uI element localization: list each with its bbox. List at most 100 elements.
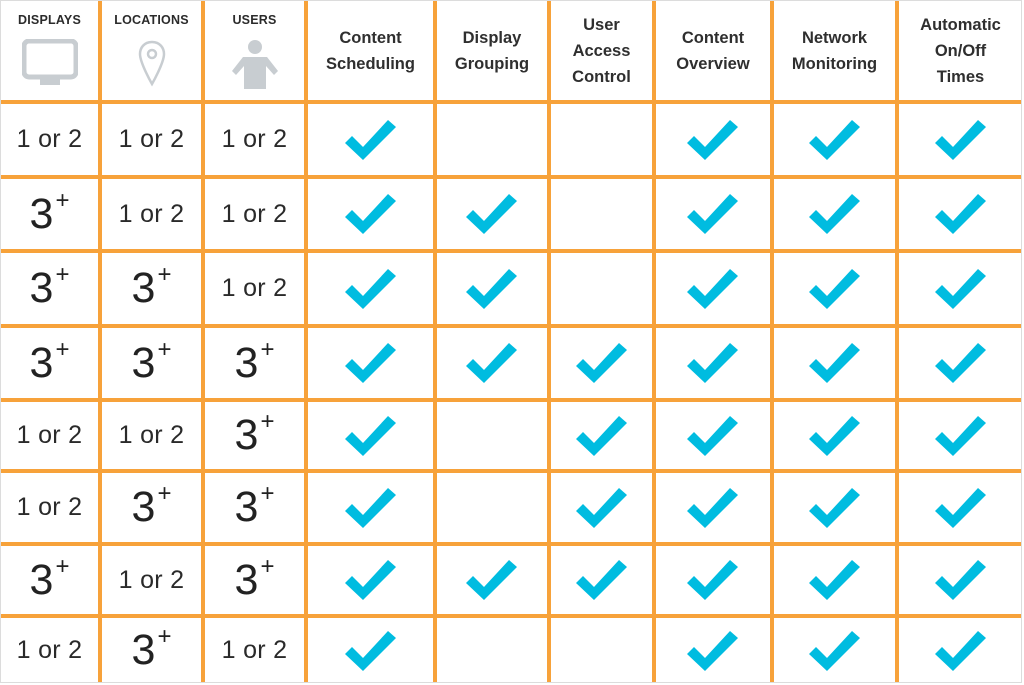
checkmark-icon (807, 558, 863, 602)
cell-users: 1 or 2 (205, 253, 304, 324)
cell-displays: 3+ (1, 179, 98, 249)
feature-cell-included (437, 328, 547, 398)
feature-cell-included (899, 328, 1022, 398)
feature-cell-empty (437, 402, 547, 469)
column-header-line: Monitoring (791, 54, 878, 73)
cell-locations: 1 or 2 (102, 546, 201, 614)
checkmark-icon (933, 629, 989, 673)
monitor-icon (21, 38, 78, 92)
column-header-label: LOCATIONS (114, 13, 189, 27)
cell-locations: 3+ (102, 618, 201, 683)
checkmark-icon (685, 414, 741, 458)
checkmark-icon (807, 486, 863, 530)
checkmark-icon (933, 118, 989, 162)
feature-cell-empty (551, 253, 652, 324)
count-value: 1 or 2 (16, 125, 83, 153)
checkmark-icon (574, 414, 630, 458)
checkmark-icon (807, 118, 863, 162)
checkmark-icon (933, 486, 989, 530)
checkmark-icon (933, 341, 989, 385)
feature-cell-included (774, 473, 895, 542)
column-header-label: DISPLAYS (18, 13, 81, 27)
checkmark-icon (343, 414, 399, 458)
column-header-line: User (583, 15, 620, 34)
cell-locations: 1 or 2 (102, 402, 201, 469)
checkmark-icon (933, 558, 989, 602)
checkmark-icon (807, 267, 863, 311)
column-header-line: Scheduling (326, 54, 415, 73)
column-header-line: Times (936, 67, 985, 86)
count-value: 1 or 2 (118, 565, 185, 594)
count-value: 1 or 2 (221, 636, 288, 664)
cell-users: 1 or 2 (205, 618, 304, 683)
feature-cell-included (774, 104, 895, 175)
feature-cell-included (656, 618, 770, 683)
feature-cell-included (308, 402, 433, 469)
feature-cell-included (437, 253, 547, 324)
cell-users: 3+ (205, 546, 304, 614)
count-value: 1 or 2 (221, 125, 288, 153)
column-header-feature: Display Grouping (437, 1, 547, 100)
feature-cell-included (656, 546, 770, 614)
column-header-locations: LOCATIONS (102, 1, 201, 100)
count-value: 3+ (234, 480, 275, 531)
feature-cell-included (437, 179, 547, 249)
cell-locations: 3+ (102, 328, 201, 398)
checkmark-icon (464, 267, 520, 311)
checkmark-icon (807, 629, 863, 673)
count-value: 3+ (234, 408, 275, 459)
feature-cell-empty (437, 473, 547, 542)
checkmark-icon (685, 118, 741, 162)
feature-cell-included (551, 473, 652, 542)
checkmark-icon (343, 486, 399, 530)
feature-cell-included (774, 328, 895, 398)
cell-locations: 3+ (102, 253, 201, 324)
column-header-line: Network (801, 28, 868, 47)
feature-cell-included (656, 473, 770, 542)
count-value: 1 or 2 (118, 421, 185, 449)
checkmark-icon (574, 486, 630, 530)
feature-cell-included (308, 618, 433, 683)
column-header-line: Automatic (920, 15, 1001, 34)
feature-cell-included (899, 104, 1022, 175)
checkmark-icon (807, 341, 863, 385)
count-value: 1 or 2 (221, 274, 288, 302)
checkmark-icon (807, 414, 863, 458)
checkmark-icon (933, 267, 989, 311)
cell-users: 3+ (205, 402, 304, 469)
cell-displays: 3+ (1, 328, 98, 398)
cell-users: 3+ (205, 473, 304, 542)
checkmark-icon (574, 558, 630, 602)
column-header-label: USERS (232, 13, 277, 27)
feature-cell-included (774, 618, 895, 683)
cell-users: 3+ (205, 328, 304, 398)
cell-displays: 1 or 2 (1, 402, 98, 469)
user-icon (229, 39, 281, 96)
checkmark-icon (464, 558, 520, 602)
count-value: 1 or 2 (118, 199, 185, 228)
feature-cell-empty (551, 179, 652, 249)
count-value: 1 or 2 (16, 636, 83, 664)
checkmark-icon (464, 341, 520, 385)
count-value: 3+ (234, 552, 275, 604)
checkmark-icon (933, 192, 989, 236)
cell-locations: 3+ (102, 473, 201, 542)
checkmark-icon (343, 629, 399, 673)
count-value: 3+ (131, 480, 172, 531)
column-header-line: Access (572, 41, 631, 60)
count-value: 3+ (234, 335, 275, 387)
column-header-line: Display (462, 28, 522, 47)
feature-cell-included (899, 473, 1022, 542)
feature-cell-empty (551, 104, 652, 175)
cell-displays: 1 or 2 (1, 618, 98, 683)
count-value: 3+ (131, 261, 172, 312)
column-header-line: Control (572, 67, 631, 86)
feature-cell-empty (437, 104, 547, 175)
checkmark-icon (464, 192, 520, 236)
count-value: 3+ (29, 335, 70, 387)
feature-cell-included (308, 104, 433, 175)
count-value: 1 or 2 (16, 493, 83, 521)
feature-cell-included (899, 179, 1022, 249)
checkmark-icon (685, 341, 741, 385)
feature-cell-included (899, 546, 1022, 614)
